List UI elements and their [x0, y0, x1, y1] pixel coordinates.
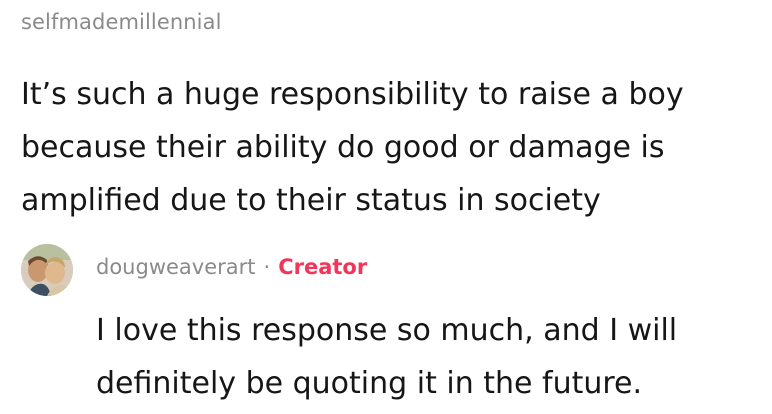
reply-header: dougweaverart · Creator — [96, 255, 367, 279]
comment-text: It’s such a huge responsibility to raise… — [21, 77, 684, 218]
separator-dot: · — [263, 255, 271, 279]
reply-text: I love this response so much, and I will… — [96, 313, 678, 401]
avatar-photo-icon — [21, 244, 73, 296]
comment-username[interactable]: selfmademillennial — [21, 10, 222, 34]
avatar[interactable] — [21, 244, 73, 296]
creator-badge: Creator — [278, 255, 368, 279]
reply-username[interactable]: dougweaverart — [96, 255, 256, 279]
